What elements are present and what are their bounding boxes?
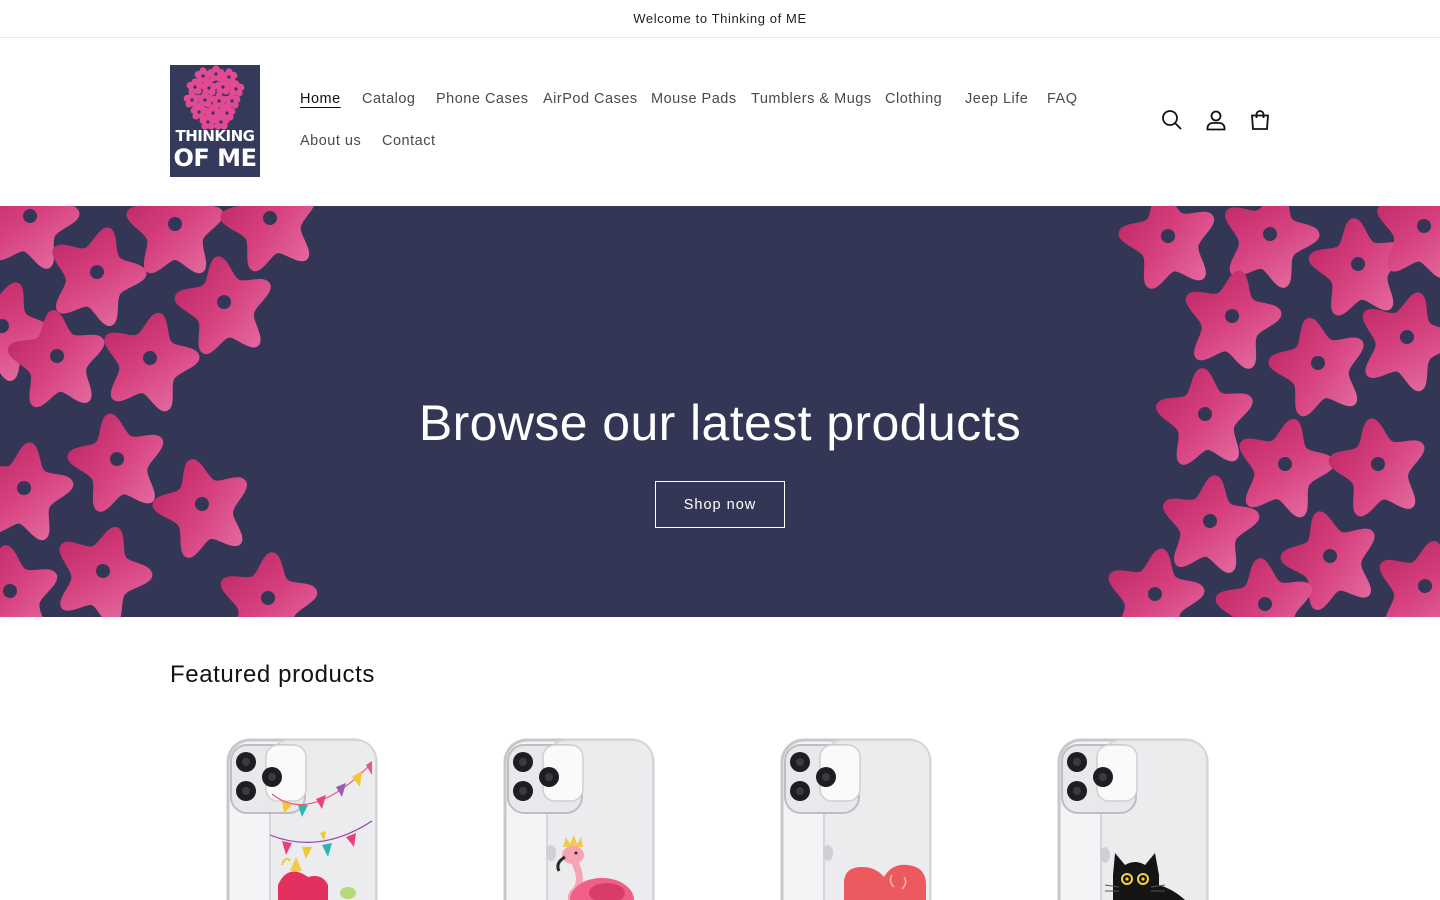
hero-banner: Browse our latest products Shop now <box>0 206 1440 617</box>
nav-link-phone-cases[interactable]: Phone Cases <box>436 91 529 107</box>
phone-case-image <box>503 738 655 900</box>
cart-icon[interactable] <box>1248 108 1272 132</box>
nav-link-mouse-pads[interactable]: Mouse Pads <box>651 91 737 107</box>
nav-link-airpod-cases[interactable]: AirPod Cases <box>543 91 638 107</box>
product-card-flamingo-with-crown[interactable] <box>447 725 710 900</box>
product-card-party-bunting-dinosaur[interactable] <box>170 725 433 900</box>
nav-link-contact[interactable]: Contact <box>382 133 435 149</box>
phone-case-image <box>226 738 378 900</box>
logo-text-line2: OF ME <box>173 144 257 172</box>
nav-link-home[interactable]: Home <box>300 91 341 107</box>
account-icon[interactable] <box>1204 108 1228 132</box>
shop-now-button[interactable]: Shop now <box>655 481 785 528</box>
nav-link-faq[interactable]: FAQ <box>1047 91 1078 107</box>
nav-link-jeep-life[interactable]: Jeep Life <box>965 91 1028 107</box>
hero-heading: Browse our latest products <box>418 395 1022 451</box>
site-header: THINKING OF ME Home Catalog Phone Cases … <box>0 38 1440 206</box>
store-logo[interactable]: THINKING OF ME <box>170 65 260 177</box>
nav-link-clothing[interactable]: Clothing <box>885 91 942 107</box>
logo-text-line1: THINKING <box>175 127 256 145</box>
product-card-black-cat[interactable] <box>1001 725 1264 900</box>
nav-link-catalog[interactable]: Catalog <box>362 91 415 107</box>
featured-products-heading: Featured products <box>170 661 375 688</box>
announcement-text: Welcome to Thinking of ME <box>633 11 807 26</box>
phone-case-image <box>780 738 932 900</box>
search-icon[interactable] <box>1160 108 1184 132</box>
phone-case-image <box>1057 738 1209 900</box>
product-card-red-heart[interactable] <box>724 725 987 900</box>
announcement-bar: Welcome to Thinking of ME <box>0 0 1440 38</box>
nav-link-tumblers-mugs[interactable]: Tumblers & Mugs <box>751 91 872 107</box>
nav-link-about-us[interactable]: About us <box>300 133 361 149</box>
